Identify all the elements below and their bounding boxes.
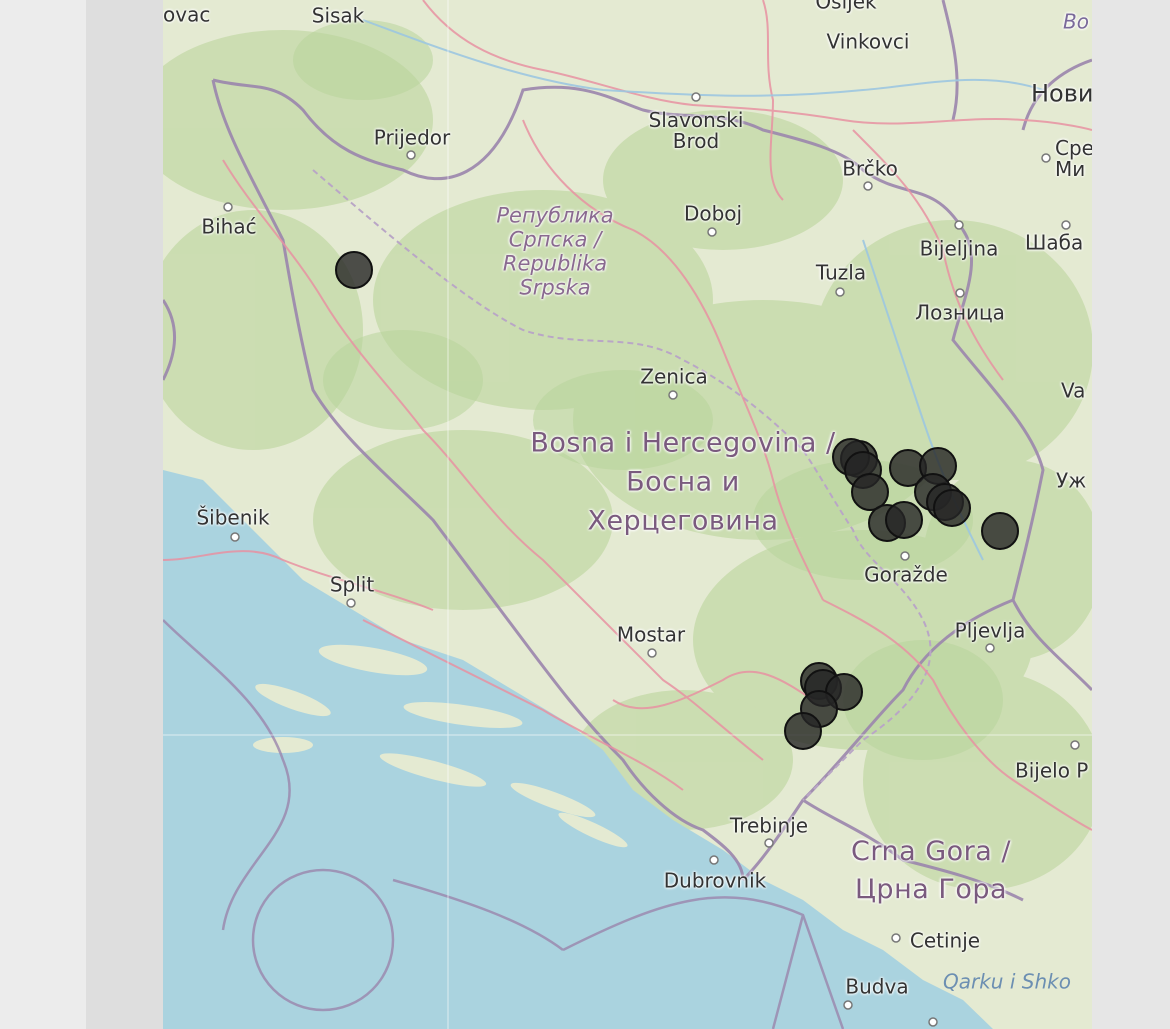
region-label: Bosna i Hercegovina / Босна и Херцеговин…: [530, 427, 836, 537]
city-label: Bijeljina: [919, 236, 999, 261]
page-right-margin: [1092, 0, 1170, 1029]
city-label: Vinkovci: [826, 29, 910, 54]
city-label: Šibenik: [196, 505, 270, 530]
city-label: Budva: [845, 974, 909, 999]
region-label: Република Српска / Republika Srpska: [496, 203, 614, 301]
city-label: Bo: [1063, 9, 1089, 34]
city-label: Срем Ми: [1055, 136, 1092, 181]
map-marker[interactable]: [933, 489, 971, 527]
city-label: Лозница: [915, 300, 1005, 325]
map-marker[interactable]: [784, 712, 822, 750]
city-label: Уж: [1056, 468, 1087, 493]
city-label: Шаба: [1025, 230, 1084, 255]
city-label: Brčko: [842, 156, 898, 181]
city-label: Va: [1061, 378, 1086, 403]
city-label: Prijedor: [373, 125, 451, 150]
city-label: Bihać: [201, 214, 257, 239]
city-label: Mostar: [616, 622, 686, 647]
map-view[interactable]: ovac Sisak Osijek Vinkovci Bo Нови Prije…: [163, 0, 1092, 1029]
city-label: Pljevlja: [954, 618, 1026, 643]
city-label: Cetinje: [909, 928, 981, 953]
map-marker[interactable]: [981, 512, 1019, 550]
city-label: Dubrovnik: [663, 868, 767, 893]
map-marker[interactable]: [885, 501, 923, 539]
map-marker[interactable]: [335, 251, 373, 289]
city-label: Osijek: [815, 0, 877, 14]
city-label: Goražde: [864, 562, 948, 587]
city-label: Split: [329, 572, 375, 597]
region-label: Crna Gora / Црна Гора: [851, 836, 1011, 905]
city-label: Sisak: [311, 3, 365, 28]
city-label: Zenica: [640, 364, 708, 389]
city-label: Нови: [1031, 79, 1092, 108]
water-label: Qarku i Shko: [943, 969, 1071, 994]
city-label: ovac: [163, 2, 211, 27]
city-label: Bijelo P: [1015, 758, 1089, 783]
city-label: Trebinje: [729, 813, 809, 838]
city-label: Tuzla: [815, 260, 867, 285]
city-label: Slavonski Brod: [648, 108, 744, 153]
page-left-margin: [86, 0, 163, 1029]
city-label: Doboj: [683, 201, 743, 226]
